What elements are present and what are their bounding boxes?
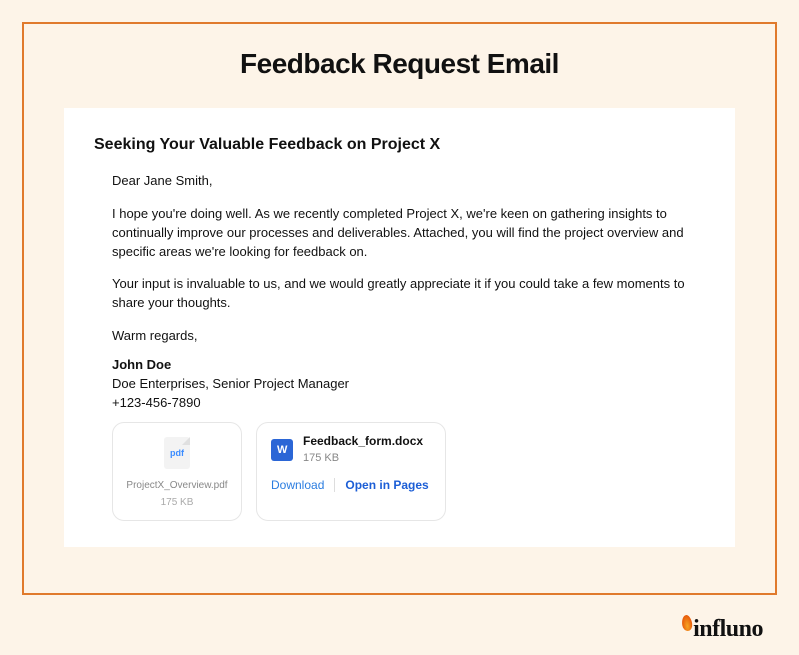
email-signoff: Warm regards,	[112, 327, 687, 346]
word-file-icon	[271, 439, 293, 461]
file-icon-label: pdf	[164, 447, 190, 460]
attachment-size: 175 KB	[161, 496, 194, 511]
email-paragraph-2: Your input is invaluable to us, and we w…	[112, 275, 687, 313]
brand-text: influno	[693, 616, 763, 643]
attachment-card[interactable]: Feedback_form.docx 175 KB Download Open …	[256, 422, 446, 521]
content-frame: Feedback Request Email Seeking Your Valu…	[22, 22, 777, 595]
download-link[interactable]: Download	[271, 477, 324, 494]
attachment-filename: ProjectX_Overview.pdf	[126, 479, 227, 494]
action-divider	[334, 478, 335, 492]
brand-logo: influno	[682, 616, 763, 643]
email-body: Dear Jane Smith, I hope you're doing wel…	[94, 172, 705, 521]
open-in-pages-link[interactable]: Open in Pages	[345, 477, 428, 494]
email-subject: Seeking Your Valuable Feedback on Projec…	[94, 136, 705, 154]
email-greeting: Dear Jane Smith,	[112, 172, 687, 191]
signature-phone: +123-456-7890	[112, 394, 687, 413]
signature-title: Doe Enterprises, Senior Project Manager	[112, 375, 687, 394]
attachments-row: pdf ProjectX_Overview.pdf 175 KB Feedbac…	[112, 422, 687, 521]
email-card: Seeking Your Valuable Feedback on Projec…	[64, 108, 735, 547]
signature-name: John Doe	[112, 356, 687, 375]
pdf-file-icon: pdf	[164, 437, 190, 469]
email-paragraph-1: I hope you're doing well. As we recently…	[112, 205, 687, 262]
attachment-card[interactable]: pdf ProjectX_Overview.pdf 175 KB	[112, 422, 242, 521]
attachment-size: 175 KB	[303, 451, 423, 467]
flame-icon	[681, 614, 693, 631]
page-title: Feedback Request Email	[24, 48, 775, 80]
attachment-filename: Feedback_form.docx	[303, 433, 423, 450]
